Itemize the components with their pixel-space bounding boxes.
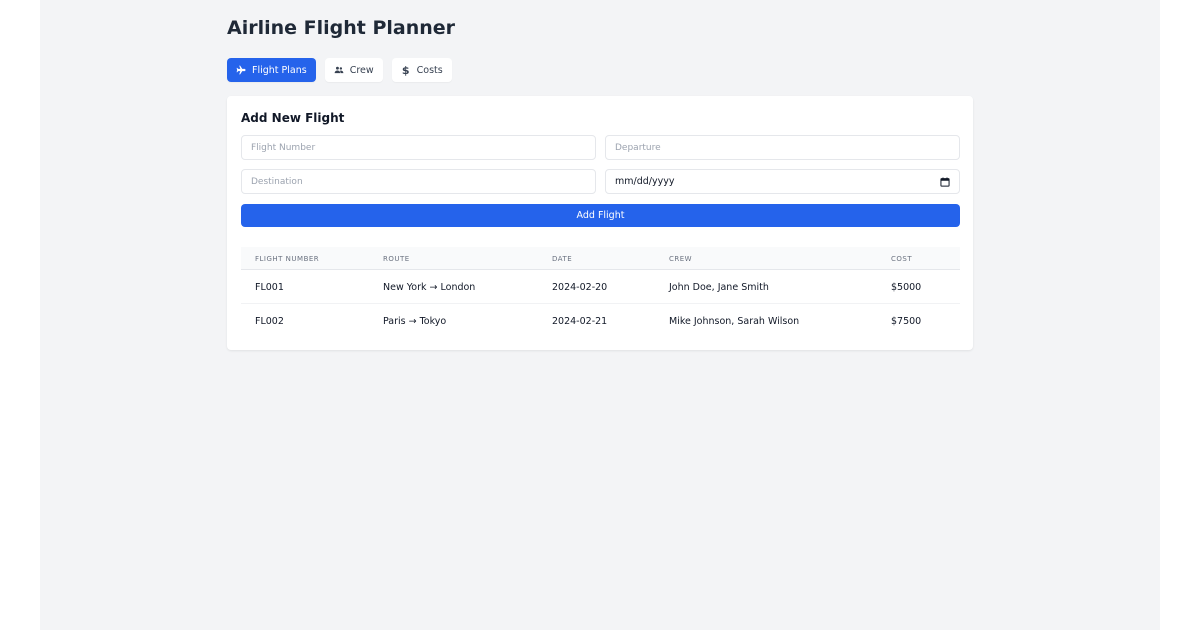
tab-costs[interactable]: $ Costs [391, 58, 452, 82]
cell-date: 2024-02-21 [552, 315, 608, 327]
cell-flight-number: FL001 [255, 281, 284, 293]
cell-route: Paris → Tokyo [383, 315, 447, 327]
page-title: Airline Flight Planner [227, 17, 456, 39]
users-icon [334, 65, 344, 75]
tab-flight-plans[interactable]: Flight Plans [227, 58, 316, 82]
table-row[interactable]: FL002 Paris → Tokyo 2024-02-21 Mike John… [241, 304, 960, 338]
plane-icon [236, 65, 246, 75]
column-header-cost: COST [891, 254, 913, 263]
table-row[interactable]: FL001 New York → London 2024-02-20 John … [241, 270, 960, 304]
form-title: Add New Flight [241, 111, 345, 125]
date-input[interactable]: mm/dd/yyyy [605, 169, 960, 194]
app-background: Airline Flight Planner Flight Plans Crew… [40, 0, 1160, 630]
departure-input[interactable] [605, 135, 960, 160]
tab-label: Crew [349, 64, 374, 76]
cell-cost: $5000 [891, 281, 922, 293]
flights-table: FLIGHT NUMBER ROUTE DATE CREW COST FL001… [241, 247, 960, 338]
cell-crew: Mike Johnson, Sarah Wilson [669, 315, 800, 327]
dollar-icon: $ [401, 63, 410, 77]
calendar-icon[interactable] [940, 177, 950, 187]
tab-label: Costs [416, 64, 443, 76]
tab-bar: Flight Plans Crew $ Costs [227, 58, 452, 82]
cell-date: 2024-02-20 [552, 281, 608, 293]
column-header-route: ROUTE [383, 254, 410, 263]
add-flight-card: Add New Flight mm/dd/yyyy Add Flight FLI… [227, 96, 973, 350]
table-header: FLIGHT NUMBER ROUTE DATE CREW COST [241, 247, 960, 270]
cell-crew: John Doe, Jane Smith [669, 281, 769, 293]
column-header-crew: CREW [669, 254, 693, 263]
column-header-flight-number: FLIGHT NUMBER [255, 254, 320, 263]
tab-crew[interactable]: Crew [324, 58, 383, 82]
destination-input[interactable] [241, 169, 596, 194]
cell-flight-number: FL002 [255, 315, 284, 327]
date-placeholder: mm/dd/yyyy [615, 176, 675, 187]
add-flight-button[interactable]: Add Flight [241, 204, 960, 227]
cell-cost: $7500 [891, 315, 922, 327]
tab-label: Flight Plans [252, 64, 307, 76]
flight-number-input[interactable] [241, 135, 596, 160]
cell-route: New York → London [383, 281, 476, 293]
column-header-date: DATE [552, 254, 573, 263]
